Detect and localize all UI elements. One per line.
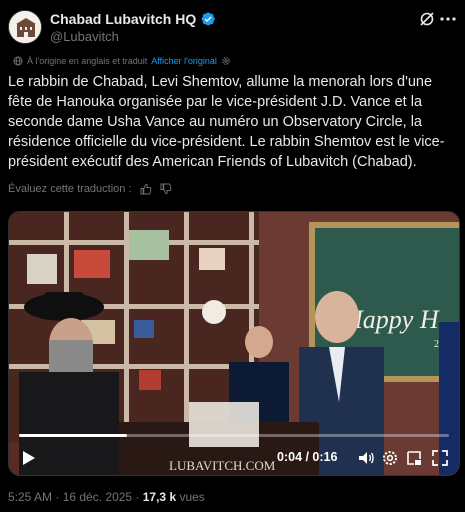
video-progress-bar[interactable]	[19, 434, 449, 437]
more-options-icon[interactable]	[439, 11, 457, 27]
tweet-header: Chabad Lubavitch HQ @Lubavitch	[8, 8, 457, 48]
settings-gear-icon[interactable]	[381, 449, 399, 467]
video-progress-fill	[19, 434, 127, 437]
translate-icon	[13, 56, 23, 66]
fullscreen-icon[interactable]	[431, 449, 449, 467]
thumbs-down-icon[interactable]	[160, 183, 172, 195]
translation-notice: À l'origine en anglais et traduit Affich…	[13, 56, 231, 66]
video-player[interactable]: Happy H 20 LUBAVITCH.COM 0:04 / 0:16	[8, 211, 460, 476]
tweet-meta: 5:25 AM · 16 déc. 2025 · 17,3 k vues	[8, 490, 205, 504]
picture-in-picture-icon[interactable]	[405, 449, 423, 467]
translation-origin-text: À l'origine en anglais et traduit	[27, 56, 148, 66]
tweet-text: Le rabbin de Chabad, Levi Shemtov, allum…	[8, 74, 445, 170]
verified-badge-icon	[200, 11, 216, 27]
views-count: 17,3 k	[142, 490, 177, 504]
show-original-link[interactable]: Afficher l'original	[151, 56, 217, 66]
rate-translation: Évaluez cette traduction :	[8, 183, 172, 195]
author-handle[interactable]: @Lubavitch	[50, 29, 119, 44]
grok-icon[interactable]	[419, 11, 435, 27]
gear-icon[interactable]	[221, 56, 231, 66]
rate-translation-label: Évaluez cette traduction :	[8, 183, 132, 195]
menorah-building-logo-icon	[9, 11, 41, 43]
tweet-timestamp[interactable]: 5:25 AM · 16 déc. 2025 ·	[8, 490, 143, 504]
avatar[interactable]	[8, 10, 42, 44]
author-name[interactable]: Chabad Lubavitch HQ	[50, 11, 196, 27]
views-label: vues	[176, 490, 205, 504]
volume-icon[interactable]	[357, 449, 375, 467]
video-time: 0:04 / 0:16	[277, 450, 338, 464]
play-icon[interactable]	[19, 449, 37, 467]
thumbs-up-icon[interactable]	[140, 183, 152, 195]
video-controls: 0:04 / 0:16	[9, 441, 459, 475]
